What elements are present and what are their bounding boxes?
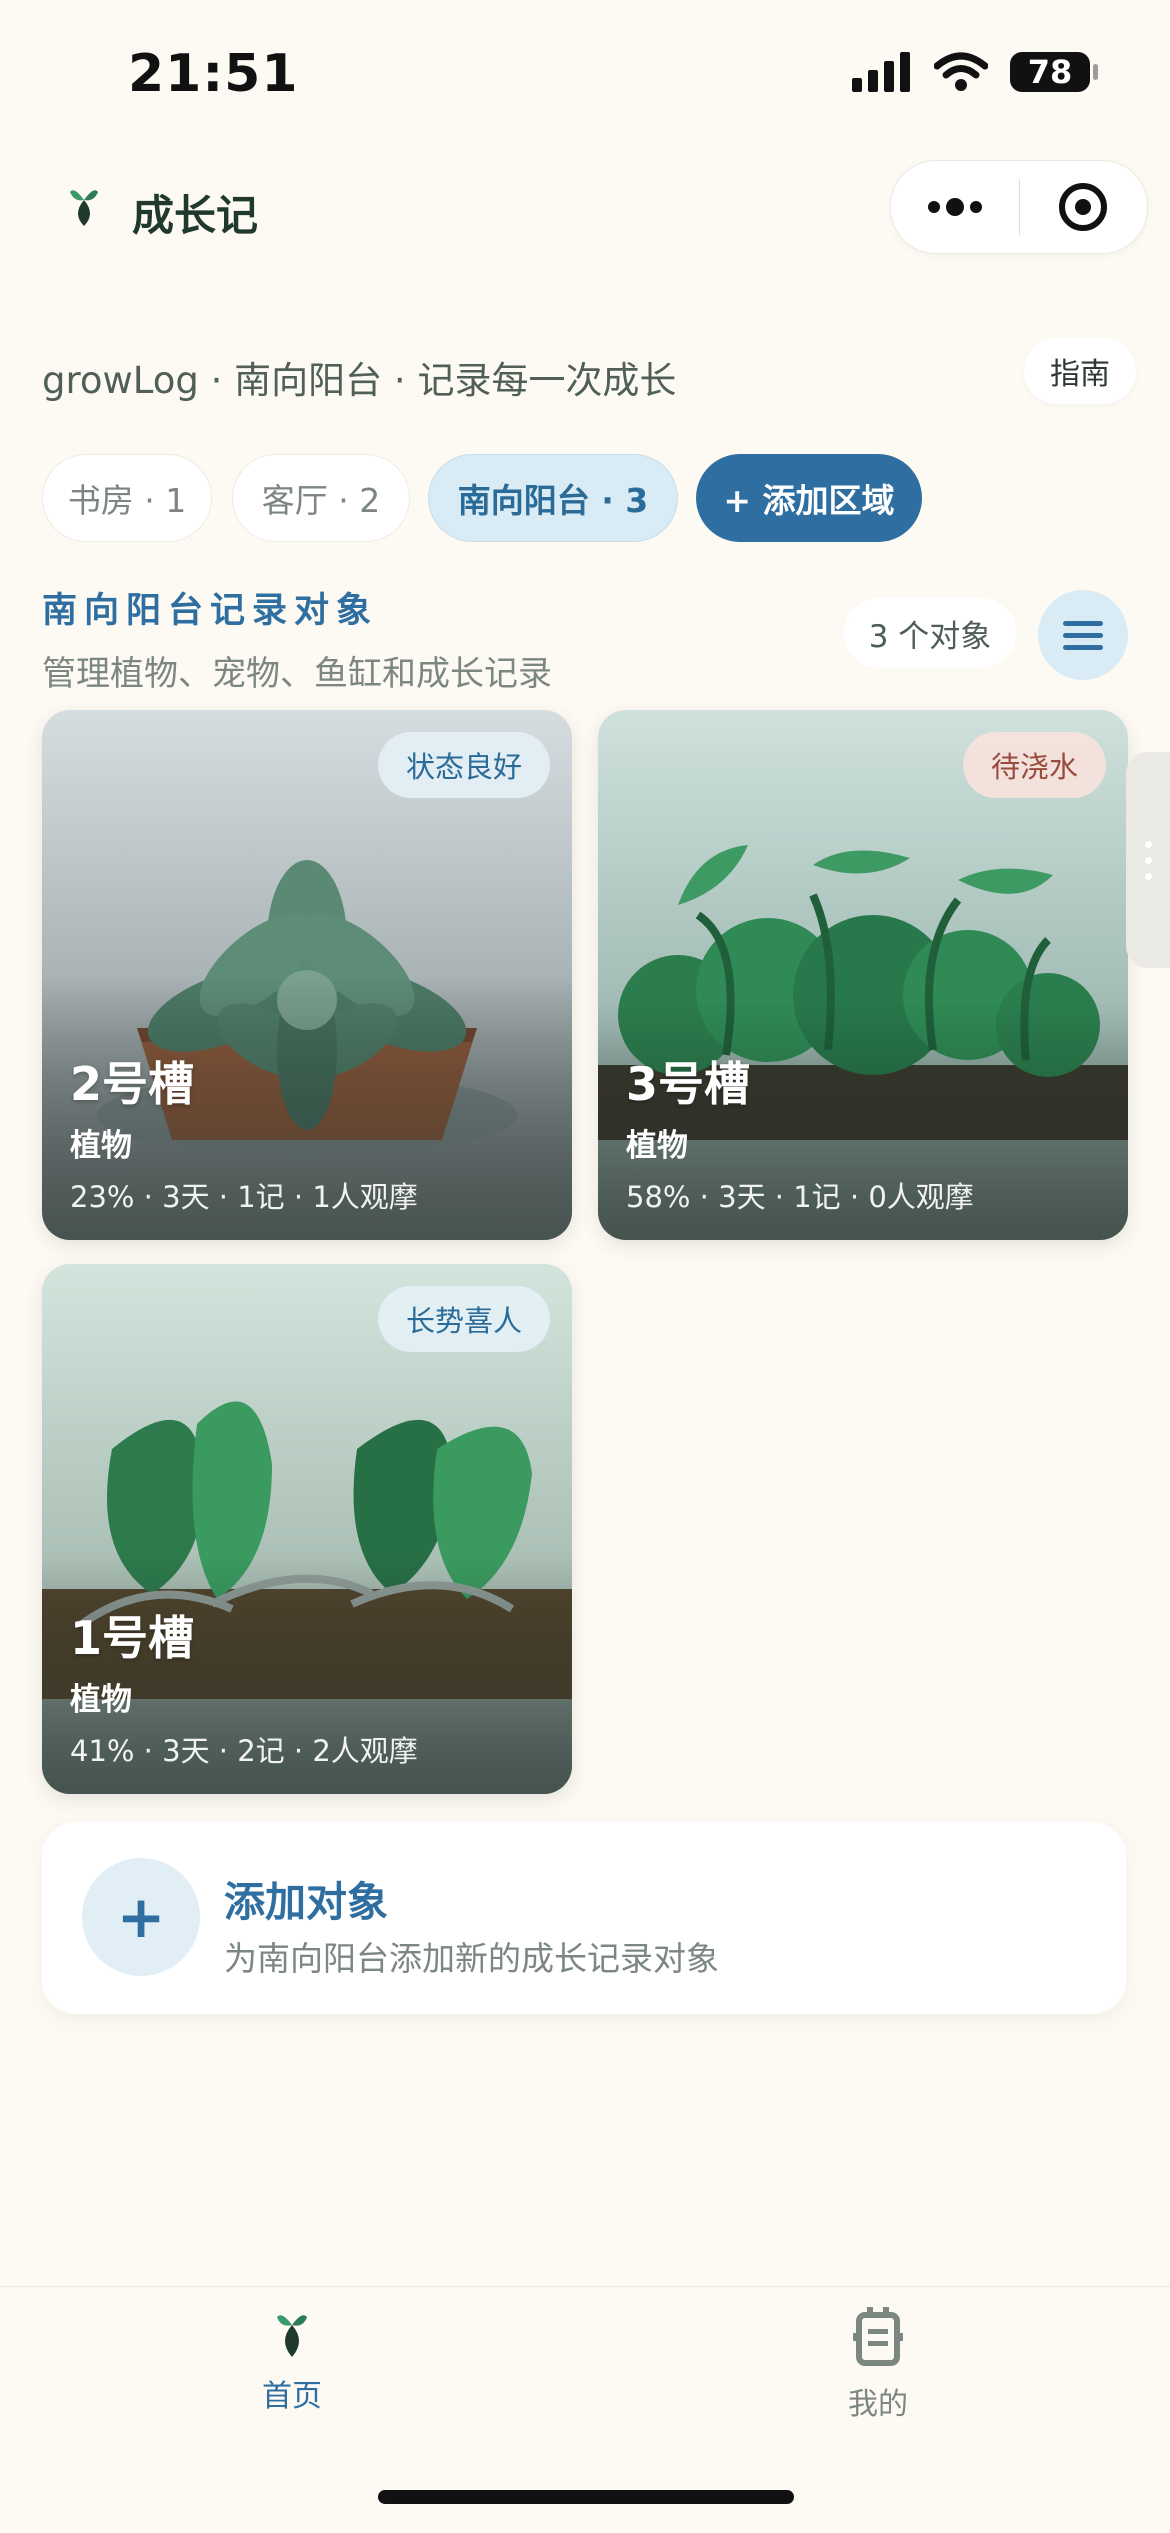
area-chip-south-balcony[interactable]: 南向阳台 · 3	[428, 454, 678, 542]
sprout-icon	[70, 190, 98, 226]
signal-icon	[852, 52, 910, 92]
card-title: 2号槽	[70, 1057, 195, 1111]
add-area-button[interactable]: + 添加区域	[696, 454, 922, 542]
plus-icon: +	[82, 1858, 200, 1976]
status-icons: 78	[852, 52, 1098, 92]
card-title: 1号槽	[70, 1611, 195, 1665]
sprout-icon	[277, 2315, 307, 2357]
add-object-title: 添加对象	[224, 1878, 388, 1926]
object-card[interactable]: 长势喜人 1号槽 植物 41% · 3天 · 2记 · 2人观摩	[42, 1264, 572, 1794]
battery-indicator: 78	[1010, 52, 1098, 92]
card-meta: 41% · 3天 · 2记 · 2人观摩	[70, 1734, 418, 1768]
close-button[interactable]	[1020, 161, 1148, 253]
wifi-icon	[934, 52, 988, 91]
card-meta: 58% · 3天 · 1记 · 0人观摩	[626, 1180, 974, 1214]
add-object-button[interactable]: + 添加对象 为南向阳台添加新的成长记录对象	[42, 1822, 1126, 2014]
status-badge: 状态良好	[377, 732, 550, 798]
card-type: 植物	[70, 1682, 132, 1718]
app-title: 成长记	[132, 191, 259, 240]
object-card[interactable]: 待浇水 3号槽 植物 58% · 3天 · 1记 · 0人观摩	[598, 710, 1128, 1240]
floating-side-handle[interactable]	[1126, 752, 1170, 968]
card-meta: 23% · 3天 · 1记 · 1人观摩	[70, 1180, 418, 1214]
target-icon	[1059, 183, 1108, 231]
tab-label: 我的	[848, 2387, 908, 2422]
card-type: 植物	[70, 1128, 132, 1164]
tab-home[interactable]: 首页	[162, 2307, 422, 2415]
more-button[interactable]	[891, 161, 1019, 253]
tab-label: 首页	[262, 2379, 322, 2414]
card-type: 植物	[626, 1128, 688, 1164]
mini-program-capsule	[890, 160, 1148, 254]
guide-button[interactable]: 指南	[1024, 338, 1136, 404]
home-indicator	[378, 2490, 794, 2504]
object-count: 3 个对象	[844, 598, 1016, 668]
status-time: 21:51	[128, 44, 299, 104]
menu-icon[interactable]	[1038, 590, 1128, 680]
section-title: 南向阳台记录对象	[42, 591, 379, 631]
area-chip-study[interactable]: 书房 · 1	[42, 454, 212, 542]
more-dots-icon	[927, 198, 982, 216]
card-title: 3号槽	[626, 1057, 751, 1111]
status-badge: 长势喜人	[377, 1286, 550, 1352]
page-subtitle: growLog · 南向阳台 · 记录每一次成长	[42, 359, 677, 402]
tab-profile[interactable]: 我的	[748, 2307, 1008, 2423]
profile-card-icon	[853, 2307, 903, 2366]
status-badge: 待浇水	[962, 732, 1106, 798]
object-card[interactable]: 状态良好 2号槽 植物 23% · 3天 · 1记 · 1人观摩	[42, 710, 572, 1240]
area-chip-living-room[interactable]: 客厅 · 2	[232, 454, 410, 542]
section-description: 管理植物、宠物、鱼缸和成长记录	[42, 654, 552, 694]
add-object-description: 为南向阳台添加新的成长记录对象	[224, 1939, 719, 1978]
